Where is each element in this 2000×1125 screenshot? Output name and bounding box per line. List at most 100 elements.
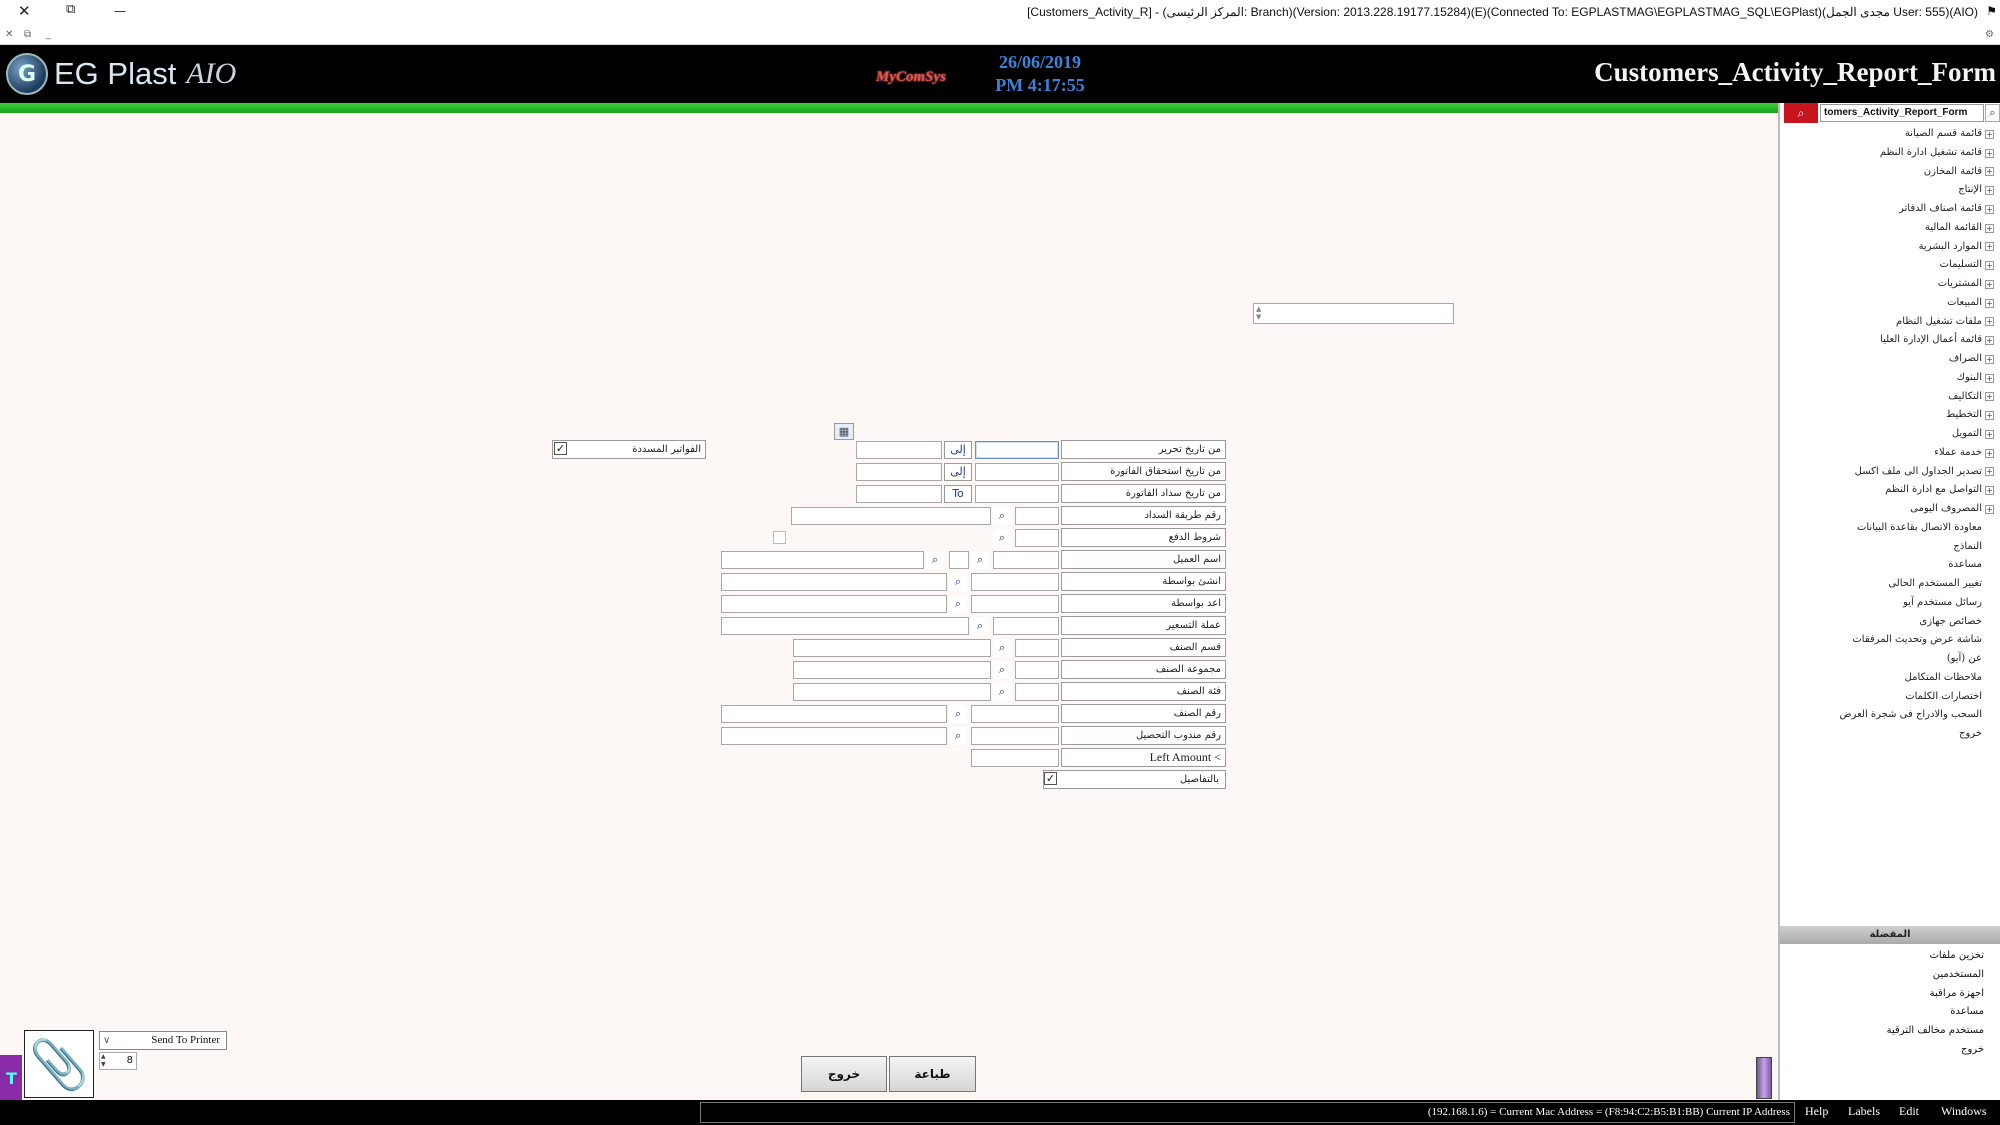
item-group-search-icon[interactable]: ⌕	[993, 661, 1011, 679]
menu-tree-item[interactable]: + المشتريات	[1784, 275, 1994, 294]
customer-code-input[interactable]	[993, 551, 1059, 569]
minimize-icon[interactable]: —	[114, 4, 126, 18]
expand-icon[interactable]: +	[1985, 467, 1994, 477]
menu-search-input[interactable]: tomers_Activity_Report_Form	[1820, 104, 1984, 122]
item-section-code-input[interactable]	[1015, 639, 1059, 657]
gear-icon[interactable]: ⚙	[1985, 29, 1994, 40]
stepper-arrows-icon[interactable]: ▲ ▼	[101, 1053, 106, 1069]
menu-tree-item[interactable]: + قائمة قسم الصيانة	[1784, 125, 1994, 144]
menu-tree-item[interactable]: شاشة عرض وتحديث المرفقات	[1784, 631, 1994, 650]
expand-icon[interactable]: +	[1985, 373, 1994, 383]
menu-tree-item[interactable]: ملاحظات المتكامل	[1784, 669, 1994, 688]
expand-icon[interactable]: +	[1985, 392, 1994, 402]
invoice-date-to-input[interactable]	[856, 441, 942, 459]
details-checkbox[interactable]: ✓	[1044, 772, 1057, 785]
spin-input[interactable]: ▲ ▼	[1253, 303, 1454, 324]
item-group-code-input[interactable]	[1015, 661, 1059, 679]
menu-tree-item[interactable]: خروج	[1784, 725, 1994, 744]
calendar-icon[interactable]: ▦	[834, 423, 854, 440]
menu-tree-item[interactable]: + التمويل	[1784, 425, 1994, 444]
menu-tree-item[interactable]: + التكاليف	[1784, 388, 1994, 407]
side-handle[interactable]	[1756, 1057, 1772, 1099]
menu-tree-item[interactable]: + التخطيط	[1784, 406, 1994, 425]
left-amount-input[interactable]	[971, 749, 1059, 767]
created-by-name-input[interactable]	[721, 573, 947, 591]
menu-tree-item[interactable]: + قائمة اصناف الدفاتر	[1784, 200, 1994, 219]
payment-method-search-icon[interactable]: ⌕	[993, 507, 1011, 525]
payment-date-to-input[interactable]	[856, 485, 942, 503]
collector-search-icon[interactable]: ⌕	[949, 727, 967, 745]
item-category-code-input[interactable]	[1015, 683, 1059, 701]
print-target-select[interactable]: ∨ Send To Printer	[99, 1031, 227, 1050]
prepared-by-code-input[interactable]	[971, 595, 1059, 613]
currency-search-icon[interactable]: ⌕	[971, 617, 989, 635]
menu-windows[interactable]: Windows	[1941, 1104, 1987, 1119]
close-icon[interactable]: ✕	[18, 2, 31, 20]
favorite-item[interactable]: خروج	[1887, 1041, 1984, 1060]
menu-tree-item[interactable]: رسائل مستخدم آيو	[1784, 594, 1994, 613]
expand-icon[interactable]: +	[1985, 448, 1994, 458]
favorite-item[interactable]: تخزين ملفات	[1887, 947, 1984, 966]
menu-tree-item[interactable]: + الموارد البشرية	[1784, 238, 1994, 257]
due-date-from-input[interactable]	[975, 463, 1059, 481]
prepared-by-search-icon[interactable]: ⌕	[949, 595, 967, 613]
expand-icon[interactable]: +	[1985, 411, 1994, 421]
menu-help[interactable]: Help	[1805, 1104, 1828, 1119]
menu-tree-item[interactable]: + المبيعات	[1784, 294, 1994, 313]
menu-tree-item[interactable]: النماذج	[1784, 538, 1994, 557]
customer-name-input[interactable]	[721, 551, 924, 569]
payment-terms-checkbox[interactable]	[773, 531, 786, 544]
item-group-name-input[interactable]	[793, 661, 991, 679]
item-number-code-input[interactable]	[971, 705, 1059, 723]
payment-date-from-input[interactable]	[975, 485, 1059, 503]
item-category-name-input[interactable]	[793, 683, 991, 701]
exit-button[interactable]: خروج	[801, 1056, 887, 1092]
mdi-restore-icon[interactable]: ⧉	[24, 29, 31, 40]
item-category-search-icon[interactable]: ⌕	[993, 683, 1011, 701]
expand-icon[interactable]: +	[1985, 242, 1994, 252]
menu-tree-item[interactable]: + المصروف اليومى	[1784, 500, 1994, 519]
expand-icon[interactable]: +	[1985, 204, 1994, 214]
menu-labels[interactable]: Labels	[1848, 1104, 1880, 1119]
menu-tree-item[interactable]: مساعدة	[1784, 556, 1994, 575]
expand-icon[interactable]: +	[1985, 504, 1994, 514]
menu-tree-item[interactable]: + قائمة أعمال الإدارة العليا	[1784, 331, 1994, 350]
expand-icon[interactable]: +	[1985, 223, 1994, 233]
expand-icon[interactable]: +	[1985, 429, 1994, 439]
payment-terms-search-icon[interactable]: ⌕	[993, 529, 1011, 547]
expand-icon[interactable]: +	[1985, 167, 1994, 177]
expand-icon[interactable]: +	[1985, 486, 1994, 496]
menu-tree-item[interactable]: السحب والادراج فى شجرة العرض	[1784, 706, 1994, 725]
menu-tree-item[interactable]: + ملفات تشغيل النظام	[1784, 313, 1994, 332]
menu-tree-item[interactable]: + البنوك	[1784, 369, 1994, 388]
payment-terms-code-input[interactable]	[1015, 529, 1059, 547]
expand-icon[interactable]: +	[1985, 148, 1994, 158]
expand-icon[interactable]: +	[1985, 261, 1994, 271]
expand-icon[interactable]: +	[1985, 298, 1994, 308]
expand-icon[interactable]: +	[1985, 317, 1994, 327]
collector-name-input[interactable]	[721, 727, 947, 745]
customer-name-search-icon[interactable]: ⌕	[926, 551, 944, 569]
favorite-item[interactable]: اجهزة مراقبة	[1887, 985, 1984, 1004]
menu-tree-item[interactable]: خصائص جهازى	[1784, 613, 1994, 632]
attachment-button[interactable]: 📎	[24, 1030, 94, 1098]
expand-icon[interactable]: +	[1985, 129, 1994, 139]
collector-code-input[interactable]	[971, 727, 1059, 745]
menu-tree-item[interactable]: + التسليمات	[1784, 256, 1994, 275]
menu-tree-item[interactable]: + قائمة تشغيل ادارة النظم	[1784, 144, 1994, 163]
invoice-date-from-input[interactable]	[975, 441, 1059, 459]
menu-tree-item[interactable]: + الإنتاج	[1784, 181, 1994, 200]
favorite-item[interactable]: مساعدة	[1887, 1003, 1984, 1022]
favorite-item[interactable]: المستخدمين	[1887, 966, 1984, 985]
print-button[interactable]: طباعة	[889, 1056, 976, 1092]
expand-icon[interactable]: +	[1985, 354, 1994, 364]
item-section-name-input[interactable]	[793, 639, 991, 657]
menu-tree-item[interactable]: + القائمة المالية	[1784, 219, 1994, 238]
menu-tree-item[interactable]: تغيير المستخدم الحالى	[1784, 575, 1994, 594]
menu-tree-item[interactable]: اختصارات الكلمات	[1784, 688, 1994, 707]
menu-tree-item[interactable]: + التواصل مع ادارة النظم	[1784, 481, 1994, 500]
menu-tree-item[interactable]: + خدمة عملاء	[1784, 444, 1994, 463]
customer-aux-input[interactable]	[949, 551, 969, 569]
menu-edit[interactable]: Edit	[1899, 1104, 1919, 1119]
restore-icon[interactable]: ⧉	[66, 2, 75, 17]
